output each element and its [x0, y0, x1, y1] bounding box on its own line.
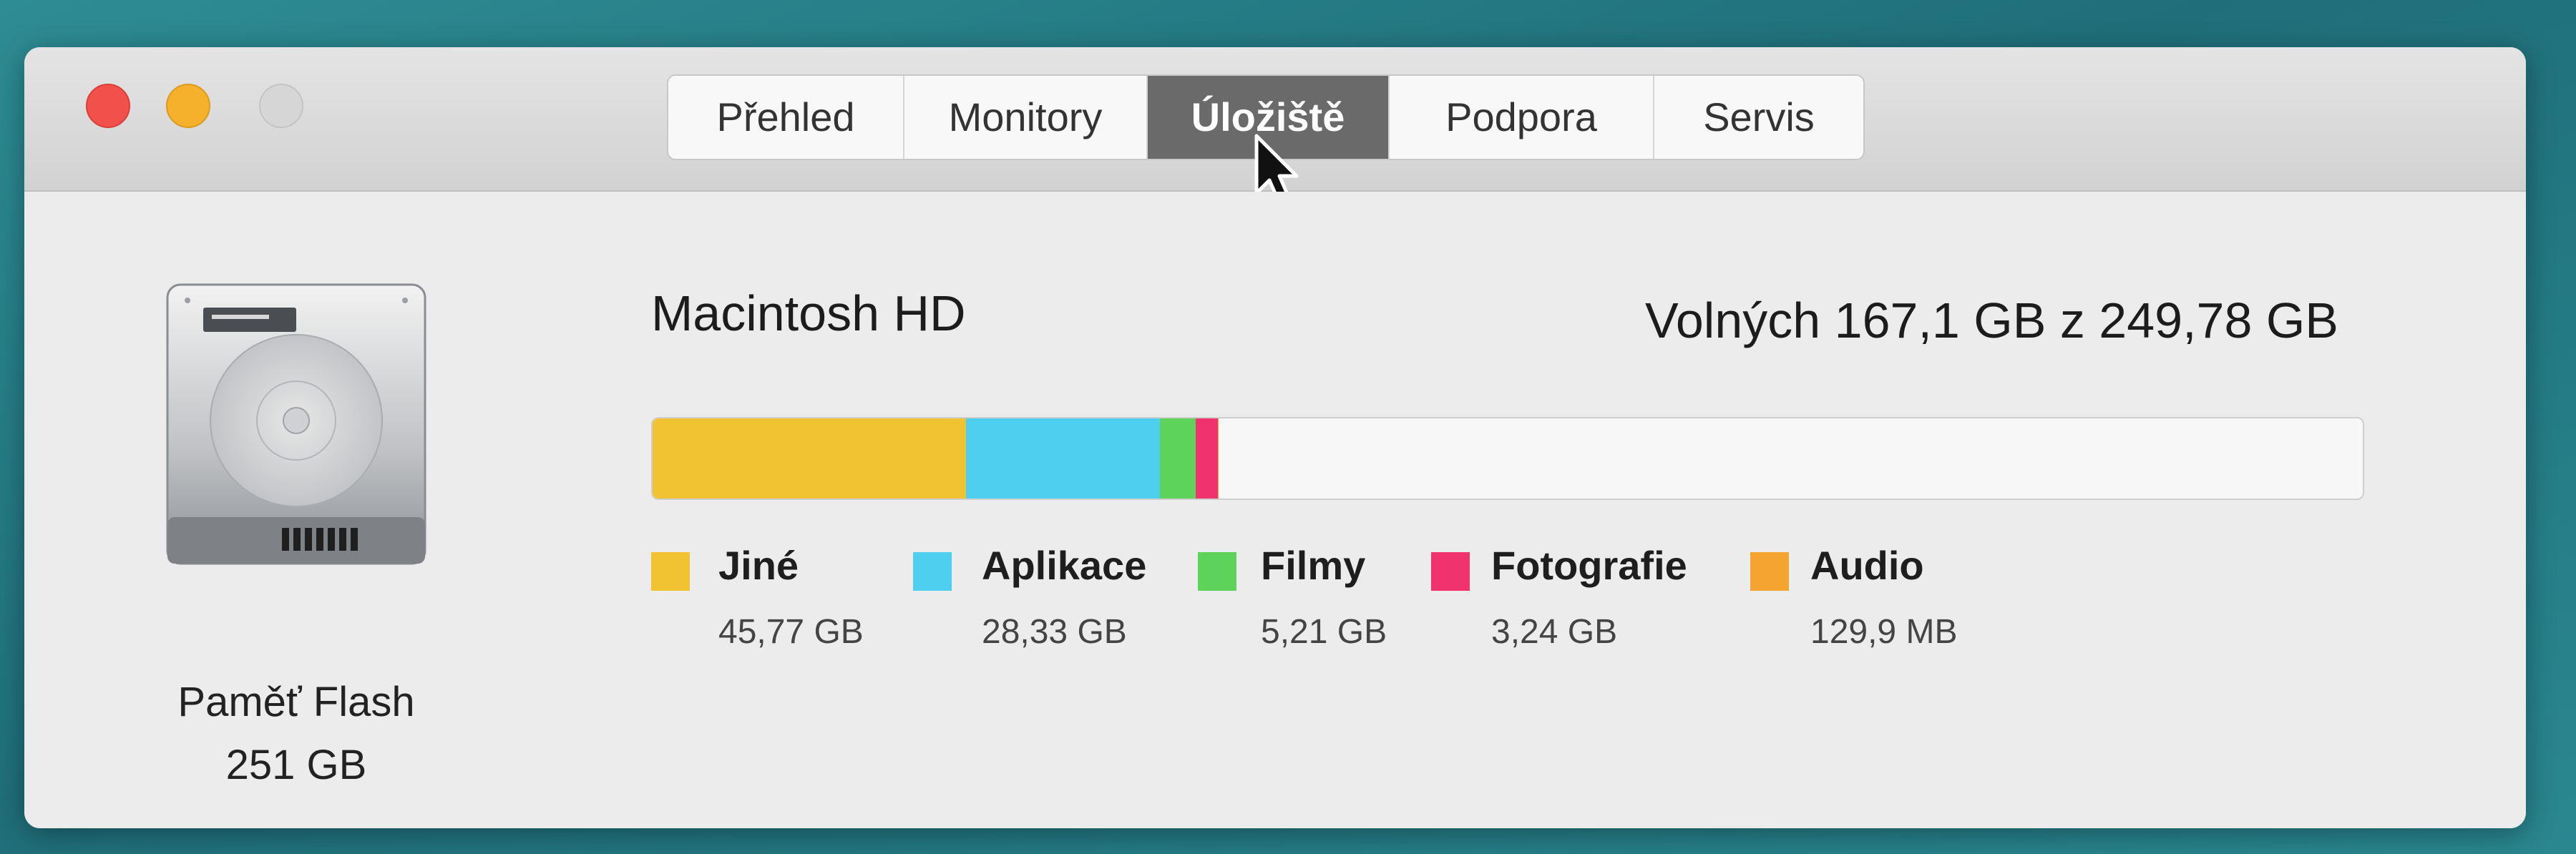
storage-segment-aplikace	[965, 418, 1160, 499]
storage-segment-fotografie	[1195, 418, 1218, 499]
desktop: { "tabs": [ {"label": "Přehled", "active…	[0, 0, 2576, 854]
close-button[interactable]	[86, 84, 130, 128]
disk-capacity-label: 251 GB	[225, 742, 367, 788]
legend-size: 3,24 GB	[1491, 613, 1618, 651]
zoom-button	[259, 84, 303, 128]
title-bar: Přehled Monitory Úložiště Podpora Servis	[24, 47, 2526, 205]
storage-segment-filmy	[1160, 418, 1196, 499]
legend-size: 5,21 GB	[1261, 613, 1387, 651]
volume-name: Macintosh HD	[651, 285, 966, 341]
legend-name: Aplikace	[982, 543, 1147, 588]
tab-monitory[interactable]: Monitory	[904, 76, 1148, 159]
disk-type-label: Paměť Flash	[177, 679, 415, 725]
tab-servis[interactable]: Servis	[1654, 76, 1863, 159]
storage-segment-audio	[1217, 418, 1219, 499]
storage-usage-bar	[651, 417, 2364, 500]
legend-size: 129,9 MB	[1810, 613, 1958, 651]
minimize-button[interactable]	[166, 84, 210, 128]
legend-size: 45,77 GB	[718, 613, 864, 651]
legend-name: Jiné	[718, 543, 799, 588]
legend-swatch	[1750, 552, 1789, 591]
storage-segment-jiné	[653, 418, 966, 499]
tab-prehled[interactable]: Přehled	[668, 76, 904, 159]
about-this-mac-window: Přehled Monitory Úložiště Podpora Servis	[24, 47, 2526, 828]
legend-swatch	[1198, 552, 1236, 591]
legend-swatch	[1431, 552, 1470, 591]
storage-panel: Paměť Flash 251 GB Macintosh HD Volných …	[24, 192, 2526, 828]
legend-name: Filmy	[1261, 543, 1366, 588]
tab-podpora[interactable]: Podpora	[1390, 76, 1654, 159]
legend-size: 28,33 GB	[982, 613, 1127, 651]
hard-drive-icon	[166, 283, 426, 565]
free-space-label: Volných 167,1 GB z 249,78 GB	[1645, 293, 2338, 348]
legend-name: Audio	[1810, 543, 1924, 588]
legend-swatch	[651, 552, 690, 591]
legend-swatch	[913, 552, 952, 591]
legend-name: Fotografie	[1491, 543, 1687, 588]
